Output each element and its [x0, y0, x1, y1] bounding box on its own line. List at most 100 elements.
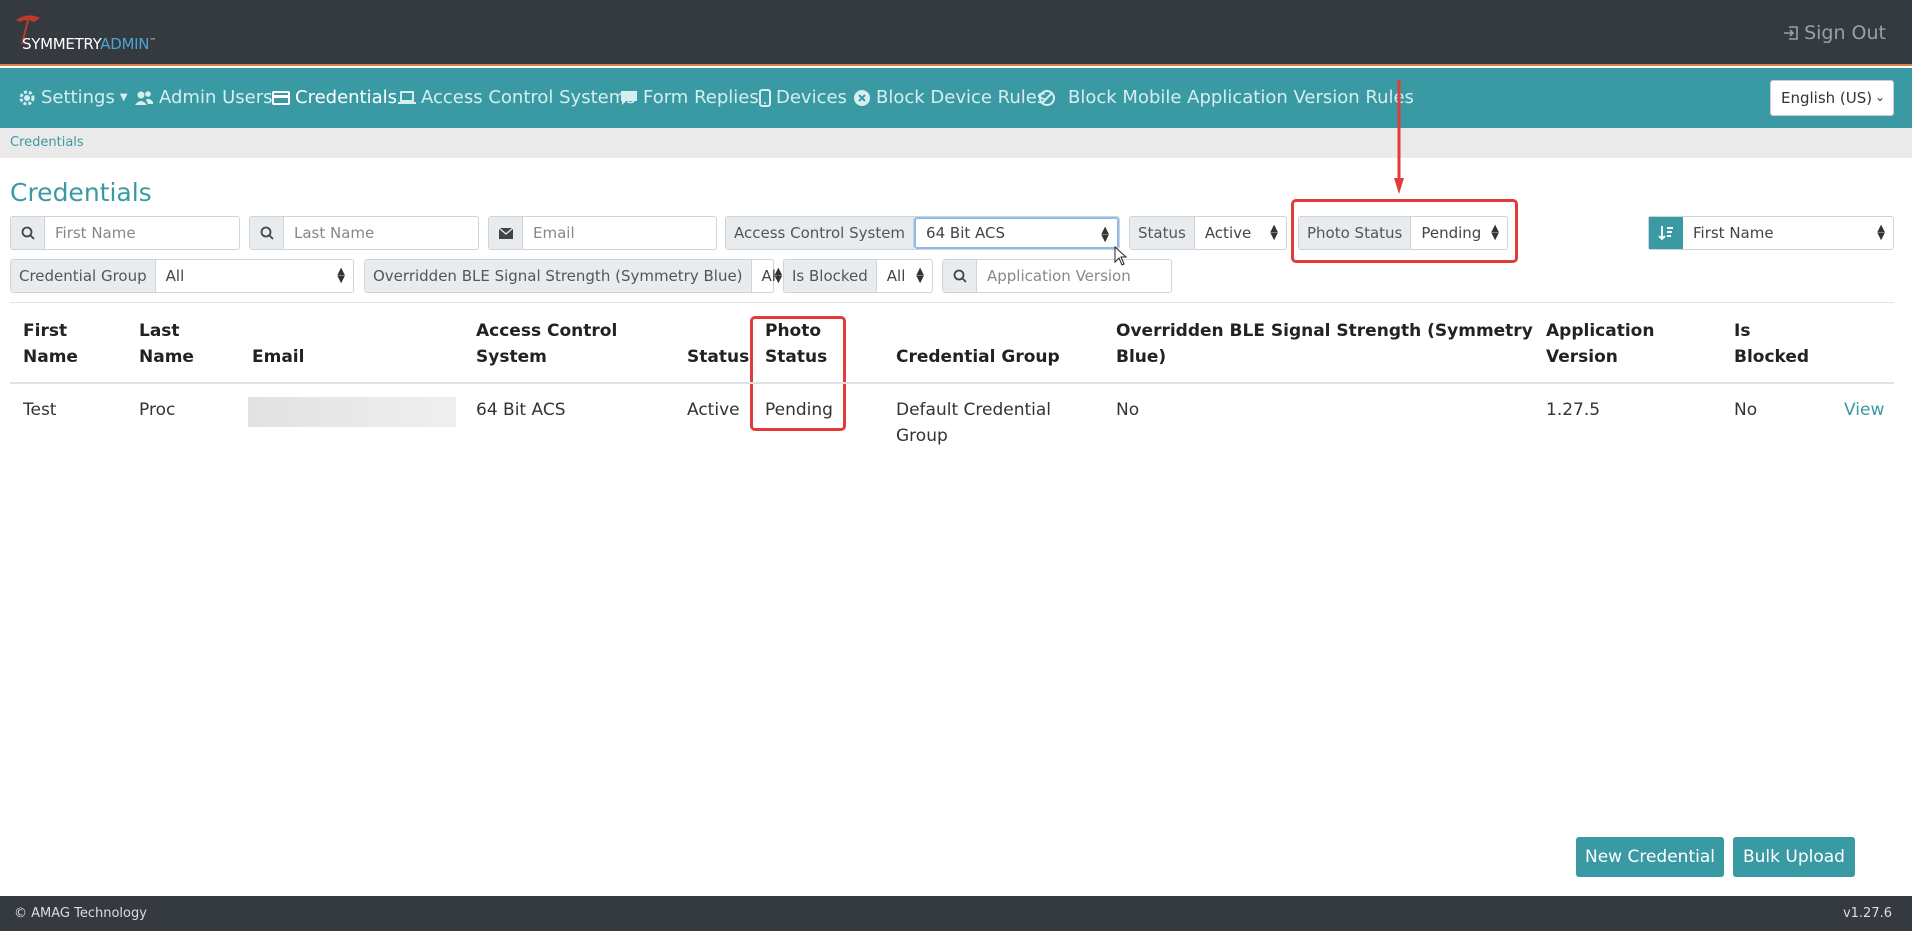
gear-icon: [19, 90, 35, 105]
footer-copyright: © AMAG Technology: [14, 906, 147, 921]
col-header-last-name-line2: Name: [139, 347, 194, 367]
brand-main: SYMMETRY: [22, 35, 101, 53]
nav-label-devices: Devices: [776, 87, 847, 108]
logo-text: SYMMETRYADMIN™: [22, 35, 156, 53]
col-header-blocked-line2: Blocked: [1734, 347, 1810, 367]
mobile-icon: [759, 88, 771, 107]
select-arrows-icon: ▲ ▼: [916, 266, 924, 285]
footer: © AMAG Technology v1.27.6: [0, 896, 1912, 931]
view-link[interactable]: View: [1844, 397, 1884, 423]
nav-item-settings[interactable]: Settings ▼: [18, 87, 128, 108]
col-header-last-name-line1: Last: [139, 321, 180, 341]
nav-item-credentials[interactable]: Credentials: [272, 87, 397, 108]
brand-mark: ™: [149, 37, 156, 45]
nav-item-devices[interactable]: Devices: [759, 87, 847, 108]
select-arrows-icon: ▲ ▼: [774, 266, 783, 285]
col-header-first-name[interactable]: First Name: [23, 318, 78, 370]
id-card-icon: [272, 90, 290, 105]
cell-last-name: Proc: [139, 400, 176, 420]
last-name-filter[interactable]: Last Name: [249, 216, 479, 250]
col-header-photo-line1: Photo: [765, 321, 822, 341]
application-version-filter[interactable]: Application Version: [942, 259, 1172, 293]
email-filter[interactable]: Email: [488, 216, 717, 250]
language-value: English (US): [1781, 89, 1873, 107]
col-header-ble-signal[interactable]: Overridden BLE Signal Strength (Symmetry…: [1116, 318, 1533, 370]
first-name-input[interactable]: First Name: [45, 217, 239, 249]
cell-credential-group: Default Credential Group: [896, 397, 1051, 449]
is-blocked-select[interactable]: All ▲ ▼: [877, 260, 932, 292]
nav-item-access-control-systems[interactable]: Access Control Systems: [398, 87, 636, 108]
col-header-application-version[interactable]: Application Version: [1546, 318, 1654, 370]
bulk-upload-button[interactable]: Bulk Upload: [1733, 837, 1855, 877]
brand-accent: ADMIN: [100, 35, 150, 53]
col-header-last-name[interactable]: Last Name: [139, 318, 194, 370]
col-header-photo-status[interactable]: Photo Status: [765, 318, 827, 370]
table-header-border: [10, 382, 1894, 384]
col-header-is-blocked[interactable]: Is Blocked: [1734, 318, 1809, 370]
status-select[interactable]: Active ▲ ▼: [1195, 217, 1286, 249]
cell-is-blocked: No: [1734, 400, 1758, 420]
ble-signal-filter[interactable]: Overridden BLE Signal Strength (Symmetry…: [364, 259, 782, 293]
footer-version: v1.27.6: [1842, 906, 1892, 921]
col-header-status[interactable]: Status: [687, 344, 749, 370]
acs-select[interactable]: 64 Bit ACS ▲ ▼: [914, 217, 1119, 249]
credential-group-value: All: [165, 267, 185, 285]
nav-item-form-replies[interactable]: Form Replies: [620, 87, 759, 108]
col-header-access-control-system[interactable]: Access Control System: [476, 318, 617, 370]
application-version-input[interactable]: Application Version: [977, 260, 1171, 292]
users-icon: [135, 90, 153, 105]
photo-status-filter-highlight: [1291, 199, 1518, 263]
select-arrows-icon: ▲ ▼: [1270, 223, 1278, 242]
sort-control[interactable]: First Name ▲ ▼: [1648, 216, 1894, 250]
col-header-acs-line2: System: [476, 347, 547, 367]
is-blocked-filter[interactable]: Is Blocked All ▲ ▼: [783, 259, 933, 293]
col-header-first-name-line1: First: [23, 321, 68, 341]
nav-item-block-mobile-app-version-rules[interactable]: Block Mobile Application Version Rules: [1037, 87, 1414, 108]
select-arrows-icon: ▲ ▼: [1101, 225, 1109, 244]
last-name-input[interactable]: Last Name: [284, 217, 478, 249]
cell-email-redacted: [248, 397, 456, 427]
cell-credential-group-line2: Group: [896, 426, 948, 446]
is-blocked-filter-label: Is Blocked: [784, 260, 877, 292]
col-header-ble-line1: Overridden BLE Signal Strength (Symmetry: [1116, 321, 1533, 341]
status-filter-label: Status: [1130, 217, 1195, 249]
nav-label-credentials: Credentials: [295, 87, 398, 108]
col-header-email[interactable]: Email: [252, 344, 304, 370]
section-divider: [10, 302, 1894, 303]
new-credential-button[interactable]: New Credential: [1576, 837, 1724, 877]
ble-signal-filter-label: Overridden BLE Signal Strength (Symmetry…: [365, 260, 752, 292]
sign-out-icon: [1784, 26, 1798, 40]
cell-application-version: 1.27.5: [1546, 400, 1601, 420]
sort-button[interactable]: [1649, 217, 1683, 249]
times-circle-icon: [854, 89, 870, 106]
nav-label-access-control-systems: Access Control Systems: [421, 87, 636, 108]
status-filter[interactable]: Status Active ▲ ▼: [1129, 216, 1287, 250]
sort-field-select[interactable]: First Name ▲ ▼: [1683, 217, 1893, 249]
credential-group-select[interactable]: All ▲ ▼: [156, 260, 353, 292]
language-select[interactable]: English (US) ⌄: [1770, 80, 1894, 116]
sign-out-link[interactable]: Sign Out: [1782, 22, 1886, 44]
credential-group-filter[interactable]: Credential Group All ▲ ▼: [10, 259, 354, 293]
col-header-blocked-line1: Is: [1734, 321, 1751, 341]
cell-first-name: Test: [23, 400, 57, 420]
nav-label-admin-users: Admin Users: [159, 87, 273, 108]
nav-item-block-device-rules[interactable]: Block Device Rules: [853, 87, 1046, 108]
envelope-icon: [489, 217, 523, 249]
nav-label-form-replies: Form Replies: [643, 87, 759, 108]
col-header-acs-line1: Access Control: [476, 321, 618, 341]
is-blocked-value: All: [886, 267, 906, 285]
col-header-credential-group[interactable]: Credential Group: [896, 344, 1060, 370]
select-arrows-icon: ▲ ▼: [337, 266, 345, 285]
sign-out-label: Sign Out: [1804, 22, 1886, 44]
first-name-filter[interactable]: First Name: [10, 216, 240, 250]
cell-status: Active: [687, 400, 740, 420]
chevron-down-icon: ⌄: [1874, 90, 1885, 104]
access-control-system-filter[interactable]: Access Control System 64 Bit ACS ▲ ▼: [725, 216, 1120, 250]
email-input[interactable]: Email: [523, 217, 716, 249]
chevron-down-icon: ▼: [119, 92, 128, 103]
sort-field-value: First Name: [1693, 224, 1774, 242]
top-header: SYMMETRYADMIN™ Sign Out: [0, 0, 1912, 66]
comment-icon: [621, 90, 637, 105]
nav-item-admin-users[interactable]: Admin Users: [134, 87, 273, 108]
breadcrumb-credentials[interactable]: Credentials: [10, 135, 84, 150]
